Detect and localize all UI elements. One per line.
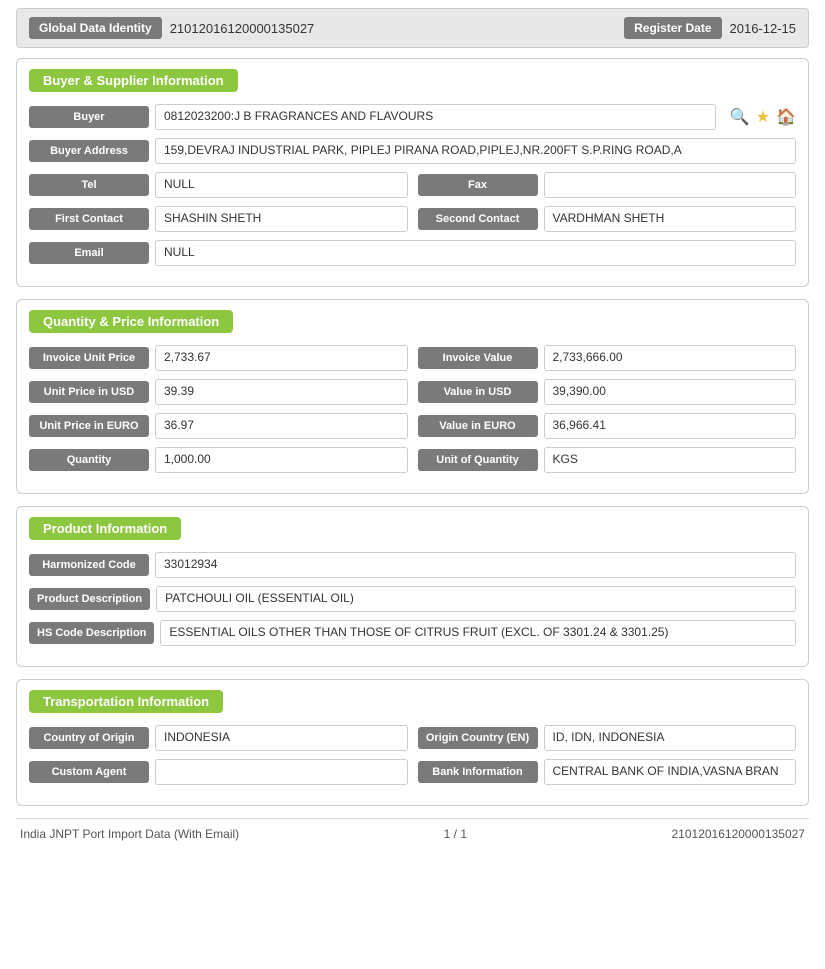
buyer-supplier-title: Buyer & Supplier Information — [29, 69, 238, 92]
buyer-row: Buyer 0812023200:J B FRAGRANCES AND FLAV… — [29, 104, 796, 130]
unit-price-euro-group: Unit Price in EURO 36.97 — [29, 413, 408, 439]
tel-value: NULL — [155, 172, 408, 198]
transportation-title: Transportation Information — [29, 690, 223, 713]
custom-agent-label: Custom Agent — [29, 761, 149, 783]
value-euro-label: Value in EURO — [418, 415, 538, 437]
value-euro-value: 36,966.41 — [544, 413, 797, 439]
buyer-label: Buyer — [29, 106, 149, 128]
register-date-value: 2016-12-15 — [730, 21, 797, 36]
buyer-address-row: Buyer Address 159,DEVRAJ INDUSTRIAL PARK… — [29, 138, 796, 164]
value-usd-label: Value in USD — [418, 381, 538, 403]
hs-code-desc-value: ESSENTIAL OILS OTHER THAN THOSE OF CITRU… — [160, 620, 796, 646]
unit-price-usd-value: 39.39 — [155, 379, 408, 405]
invoice-unit-price-group: Invoice Unit Price 2,733.67 — [29, 345, 408, 371]
value-usd-value: 39,390.00 — [544, 379, 797, 405]
fax-value — [544, 172, 797, 198]
euro-row: Unit Price in EURO 36.97 Value in EURO 3… — [29, 413, 796, 439]
footer-left: India JNPT Port Import Data (With Email) — [20, 827, 239, 841]
home-icon[interactable]: 🏠 — [776, 107, 796, 127]
buyer-value: 0812023200:J B FRAGRANCES AND FLAVOURS — [155, 104, 716, 130]
email-value: NULL — [155, 240, 796, 266]
bank-info-group: Bank Information CENTRAL BANK OF INDIA,V… — [418, 759, 797, 785]
global-id-value: 21012016120000135027 — [170, 21, 608, 36]
harmonized-code-value: 33012934 — [155, 552, 796, 578]
buyer-address-value: 159,DEVRAJ INDUSTRIAL PARK, PIPLEJ PIRAN… — [155, 138, 796, 164]
quantity-row: Quantity 1,000.00 Unit of Quantity KGS — [29, 447, 796, 473]
unit-price-euro-label: Unit Price in EURO — [29, 415, 149, 437]
footer-bar: India JNPT Port Import Data (With Email)… — [16, 818, 809, 841]
product-desc-row: Product Description PATCHOULI OIL (ESSEN… — [29, 586, 796, 612]
origin-row: Country of Origin INDONESIA Origin Count… — [29, 725, 796, 751]
footer-center: 1 / 1 — [444, 827, 467, 841]
quantity-group: Quantity 1,000.00 — [29, 447, 408, 473]
hs-code-desc-label: HS Code Description — [29, 622, 154, 644]
product-desc-value: PATCHOULI OIL (ESSENTIAL OIL) — [156, 586, 796, 612]
first-contact-value: SHASHIN SHETH — [155, 206, 408, 232]
country-origin-value: INDONESIA — [155, 725, 408, 751]
tel-group: Tel NULL — [29, 172, 408, 198]
first-contact-label: First Contact — [29, 208, 149, 230]
unit-quantity-label: Unit of Quantity — [418, 449, 538, 471]
quantity-price-section: Quantity & Price Information Invoice Uni… — [16, 299, 809, 494]
value-usd-group: Value in USD 39,390.00 — [418, 379, 797, 405]
transportation-section: Transportation Information Country of Or… — [16, 679, 809, 806]
global-id-bar: Global Data Identity 2101201612000013502… — [16, 8, 809, 48]
quantity-label: Quantity — [29, 449, 149, 471]
custom-agent-group: Custom Agent — [29, 759, 408, 785]
origin-country-en-value: ID, IDN, INDONESIA — [544, 725, 797, 751]
usd-row: Unit Price in USD 39.39 Value in USD 39,… — [29, 379, 796, 405]
harmonized-code-label: Harmonized Code — [29, 554, 149, 576]
buyer-icons: 🔍 ★ 🏠 — [730, 107, 796, 127]
custom-agent-value — [155, 759, 408, 785]
origin-country-en-group: Origin Country (EN) ID, IDN, INDONESIA — [418, 725, 797, 751]
invoice-value-label: Invoice Value — [418, 347, 538, 369]
unit-quantity-group: Unit of Quantity KGS — [418, 447, 797, 473]
quantity-price-title: Quantity & Price Information — [29, 310, 233, 333]
country-origin-group: Country of Origin INDONESIA — [29, 725, 408, 751]
email-label: Email — [29, 242, 149, 264]
tel-fax-row: Tel NULL Fax — [29, 172, 796, 198]
hs-code-desc-row: HS Code Description ESSENTIAL OILS OTHER… — [29, 620, 796, 646]
invoice-row: Invoice Unit Price 2,733.67 Invoice Valu… — [29, 345, 796, 371]
footer-right: 21012016120000135027 — [672, 827, 805, 841]
invoice-unit-price-value: 2,733.67 — [155, 345, 408, 371]
invoice-unit-price-label: Invoice Unit Price — [29, 347, 149, 369]
value-euro-group: Value in EURO 36,966.41 — [418, 413, 797, 439]
first-contact-group: First Contact SHASHIN SHETH — [29, 206, 408, 232]
star-icon[interactable]: ★ — [756, 107, 770, 127]
bank-info-value: CENTRAL BANK OF INDIA,VASNA BRAN — [544, 759, 797, 785]
custom-bank-row: Custom Agent Bank Information CENTRAL BA… — [29, 759, 796, 785]
invoice-value-group: Invoice Value 2,733,666.00 — [418, 345, 797, 371]
quantity-value: 1,000.00 — [155, 447, 408, 473]
origin-country-en-label: Origin Country (EN) — [418, 727, 538, 749]
unit-price-usd-group: Unit Price in USD 39.39 — [29, 379, 408, 405]
second-contact-group: Second Contact VARDHMAN SHETH — [418, 206, 797, 232]
product-section: Product Information Harmonized Code 3301… — [16, 506, 809, 667]
fax-group: Fax — [418, 172, 797, 198]
second-contact-label: Second Contact — [418, 208, 538, 230]
fax-label: Fax — [418, 174, 538, 196]
buyer-address-label: Buyer Address — [29, 140, 149, 162]
country-origin-label: Country of Origin — [29, 727, 149, 749]
register-date-label: Register Date — [624, 17, 721, 39]
email-row: Email NULL — [29, 240, 796, 266]
second-contact-value: VARDHMAN SHETH — [544, 206, 797, 232]
unit-price-usd-label: Unit Price in USD — [29, 381, 149, 403]
contacts-row: First Contact SHASHIN SHETH Second Conta… — [29, 206, 796, 232]
buyer-supplier-section: Buyer & Supplier Information Buyer 08120… — [16, 58, 809, 287]
global-id-label: Global Data Identity — [29, 17, 162, 39]
harmonized-code-row: Harmonized Code 33012934 — [29, 552, 796, 578]
tel-label: Tel — [29, 174, 149, 196]
unit-quantity-value: KGS — [544, 447, 797, 473]
search-icon[interactable]: 🔍 — [730, 107, 750, 127]
unit-price-euro-value: 36.97 — [155, 413, 408, 439]
invoice-value-value: 2,733,666.00 — [544, 345, 797, 371]
bank-info-label: Bank Information — [418, 761, 538, 783]
product-title: Product Information — [29, 517, 181, 540]
product-desc-label: Product Description — [29, 588, 150, 610]
